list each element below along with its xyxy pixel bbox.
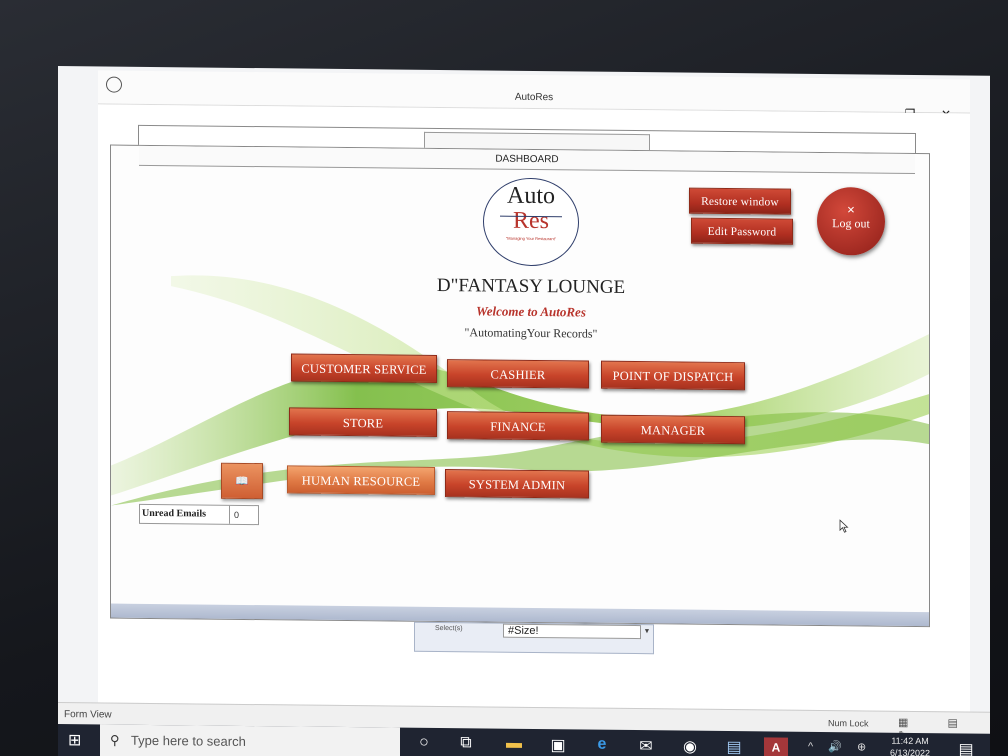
restore-window-button[interactable]: Restore window (689, 187, 791, 215)
screen: AutoRes — ❐ ✕ DASHBOARD (58, 66, 990, 756)
num-lock-indicator: Num Lock (828, 718, 869, 729)
taskbar-clock[interactable]: 11:42 AM 6/13/2022 (890, 735, 930, 756)
store-button[interactable]: STORE (289, 407, 437, 437)
app-icon-taskbar[interactable]: ▤ (722, 737, 746, 756)
search-placeholder: Type here to search (130, 732, 246, 749)
mail-icon[interactable]: ✉ (634, 736, 658, 756)
chevron-down-icon[interactable]: ▼ (641, 625, 653, 639)
edit-password-button[interactable]: Edit Password (691, 217, 793, 245)
book-icon[interactable]: 📖 (221, 462, 263, 500)
manager-button[interactable]: MANAGER (601, 414, 745, 445)
cortana-icon[interactable]: ○ (412, 734, 436, 752)
logo-line2: Res (513, 207, 549, 235)
system-tray-icons[interactable]: ^ 🔊 ⊕ (808, 740, 872, 754)
underlying-field-value[interactable]: #Size! (503, 623, 641, 640)
dashboard-panel: DASHBOARD Auto Res "Managing Your Restau… (110, 144, 930, 628)
company-name: D"FANTASY LOUNGE (436, 274, 626, 298)
close-icon: ✕ (846, 205, 856, 217)
store-icon[interactable]: ▣ (546, 735, 570, 755)
unread-emails-label: Unread Emails (140, 504, 230, 524)
customer-service-button[interactable]: CUSTOMER SERVICE (291, 353, 437, 383)
underlying-form-field: Select(s) #Size! ▼ (414, 621, 654, 655)
clock-date: 6/13/2022 (890, 747, 931, 756)
logout-button[interactable]: ✕ Log out (817, 186, 885, 256)
unread-emails-count: 0 (234, 509, 240, 520)
clock-time: 11:42 AM (891, 735, 929, 747)
edge-icon[interactable]: e (590, 736, 614, 754)
notification-icon[interactable]: ▤ (954, 739, 978, 756)
human-resource-button[interactable]: HUMAN RESOURCE (287, 465, 435, 495)
window-title: AutoRes (514, 91, 554, 104)
search-icon: ⚲ (110, 732, 120, 748)
finance-button[interactable]: FINANCE (447, 411, 589, 441)
task-view-icon[interactable]: ⧉ (454, 734, 478, 752)
taskbar-search-box[interactable]: ⚲ Type here to search (100, 724, 400, 756)
cashier-button[interactable]: CASHIER (447, 359, 589, 389)
logo-tagline: "Managing Your Restaurant" (505, 235, 557, 242)
chrome-icon[interactable]: ◉ (678, 736, 702, 756)
access-icon[interactable]: A (764, 737, 788, 756)
autores-logo: Auto Res "Managing Your Restaurant" (483, 177, 579, 267)
logout-label: Log out (832, 216, 870, 231)
view-mode-text: Form View (64, 709, 112, 721)
unread-emails-field: Unread Emails 0 (139, 503, 259, 526)
mouse-pointer-icon (839, 519, 849, 533)
system-admin-button[interactable]: SYSTEM ADMIN (445, 469, 589, 499)
file-explorer-icon[interactable]: ▬ (502, 735, 526, 753)
underlying-field-label: Select(s) (435, 624, 463, 633)
logo-line1: Auto (507, 182, 555, 210)
point-of-dispatch-button[interactable]: POINT OF DISPATCH (601, 360, 745, 391)
windows-start-icon[interactable]: ⊞ (68, 730, 81, 750)
